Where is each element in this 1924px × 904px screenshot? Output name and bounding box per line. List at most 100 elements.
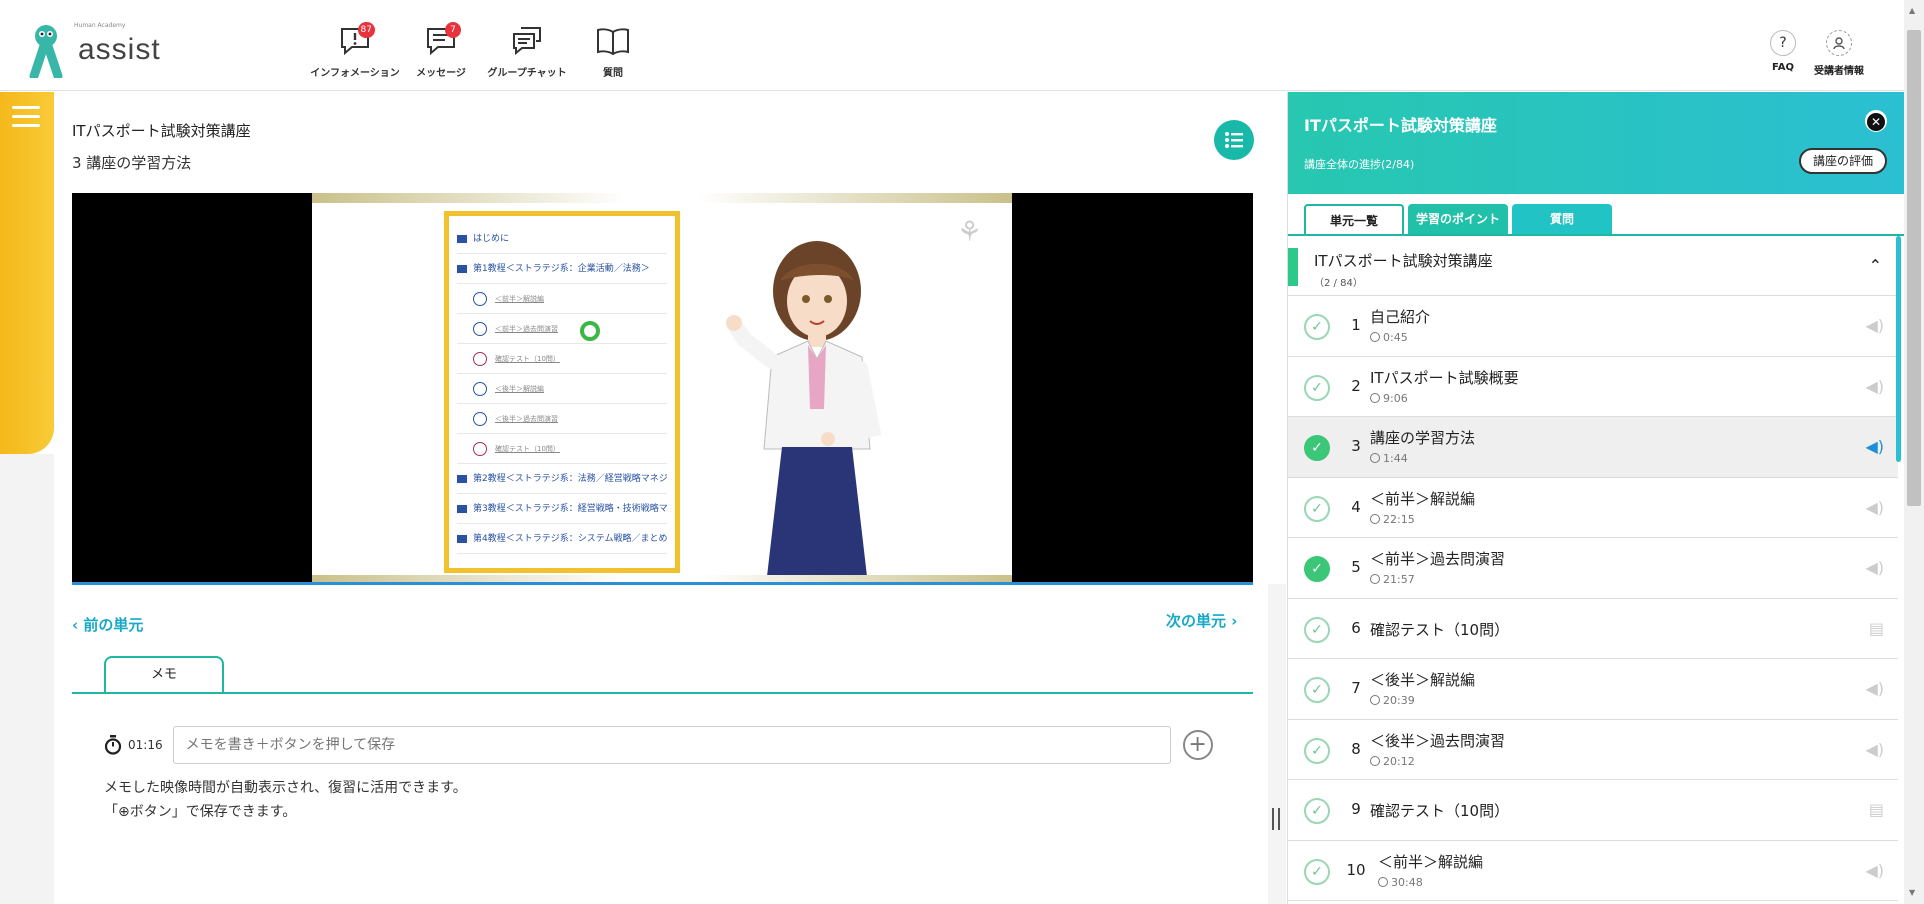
memo-timestamp: 01:16 xyxy=(128,738,163,752)
slide-toc-item: ＜前半＞解説編 xyxy=(457,284,667,314)
memo-help-text: メモした映像時間が自動表示され、復習に活用できます。 「⊕ボタン」で保存できます… xyxy=(104,776,467,824)
logo-tagline: Human Academy xyxy=(74,22,126,29)
video-slide: はじめに第1教程＜ストラテジ系：企業活動／法務＞ ＜前半＞解説編 ＜前半＞過去問演習… xyxy=(312,193,1012,585)
add-memo-button[interactable]: + xyxy=(1182,730,1213,760)
unit-duration: 20:39 xyxy=(1370,694,1415,707)
memo-input[interactable] xyxy=(172,726,1171,764)
chevron-up-icon[interactable]: ⌃ xyxy=(1869,256,1882,275)
information-icon: 87 xyxy=(335,22,375,58)
section-header[interactable]: ITパスポート試験対策講座 （2 / 84） ⌃ xyxy=(1288,238,1898,296)
unit-title-text: ＜前半＞解説編 xyxy=(1370,489,1476,508)
unit-duration-text: 30:48 xyxy=(1391,875,1423,889)
folder-icon xyxy=(457,504,467,513)
app-header: assist Human Academy 87 インフォメーション 7 メッセー… xyxy=(0,0,1904,91)
slide-watermark-icon: ⚘ xyxy=(956,215,982,248)
unit-duration: 22:15 xyxy=(1370,513,1415,526)
video-icon xyxy=(473,322,487,336)
tab-unit-list[interactable]: 単元一覧 xyxy=(1304,204,1404,236)
student-info-button[interactable]: 受講者情報 xyxy=(1814,30,1864,77)
unit-duration-text: 21:57 xyxy=(1383,573,1415,586)
slide-toc-label: 第1教程＜ストラテジ系：企業活動／法務＞ xyxy=(473,264,650,274)
nav-question[interactable]: 質問 xyxy=(570,24,656,79)
page-scrollbar-thumb[interactable] xyxy=(1907,30,1921,506)
unit-number: 8 xyxy=(1351,739,1361,758)
nav-question-label: 質問 xyxy=(603,68,623,79)
unit-row[interactable]: ✓ 5 ＜前半＞過去問演習 21:57 ◀) xyxy=(1288,538,1898,599)
timer-icon xyxy=(1370,453,1380,463)
close-panel-button[interactable]: ✕ xyxy=(1865,110,1887,132)
course-evaluation-button[interactable]: 講座の評価 xyxy=(1799,148,1887,174)
memo-help-line-1: メモした映像時間が自動表示され、復習に活用できます。 xyxy=(104,780,467,796)
tab-memo[interactable]: メモ xyxy=(104,656,224,694)
next-unit-link[interactable]: 次の単元 › xyxy=(1166,610,1237,631)
timer-icon xyxy=(1370,695,1380,705)
unit-title-text: 確認テスト（10問） xyxy=(1370,620,1510,639)
unit-number: 2 xyxy=(1351,376,1361,395)
slide-toc-item: はじめに xyxy=(457,224,667,254)
information-badge: 87 xyxy=(357,22,375,38)
nav-information[interactable]: 87 インフォメーション xyxy=(310,22,400,79)
unit-duration-text: 20:12 xyxy=(1383,754,1415,768)
prev-unit-link[interactable]: ‹ 前の単元 xyxy=(72,614,143,635)
unit-row[interactable]: ✓ 9 確認テスト（10問） ▤ xyxy=(1288,780,1898,841)
panel-scrollbar-thumb[interactable] xyxy=(1896,236,1901,462)
video-icon xyxy=(473,292,487,306)
panel-resize-handle[interactable] xyxy=(1272,808,1280,830)
unit-title-text: ITパスポート試験概要 xyxy=(1370,368,1519,387)
speaker-icon: ◀) xyxy=(1865,739,1884,759)
video-progress-bar[interactable] xyxy=(72,582,1253,585)
unit-number: 6 xyxy=(1351,618,1361,637)
timer-icon xyxy=(1370,392,1380,403)
faq-button[interactable]: ? FAQ xyxy=(1760,30,1806,77)
tab-questions[interactable]: 質問 xyxy=(1512,204,1612,236)
scroll-up-arrow-icon[interactable]: ▲ xyxy=(1909,6,1915,15)
hamburger-menu-icon[interactable] xyxy=(12,106,40,128)
nav-information-label: インフォメーション xyxy=(310,68,400,79)
check-icon: ✓ xyxy=(1304,616,1330,643)
unit-title: 3 講座の学習方法 xyxy=(72,154,192,172)
nav-group-chat-label: グループチャット xyxy=(487,68,567,79)
video-player[interactable]: はじめに第1教程＜ストラテジ系：企業活動／法務＞ ＜前半＞解説編 ＜前半＞過去問演習… xyxy=(72,193,1253,585)
document-icon: ▤ xyxy=(1868,800,1884,819)
panel-gutter xyxy=(1268,584,1286,904)
slide-toc-label: ＜前半＞過去問演習 xyxy=(495,325,558,333)
document-icon: ▤ xyxy=(1868,618,1884,638)
unit-duration-text: 22:15 xyxy=(1383,512,1415,526)
unit-list-toggle-button[interactable] xyxy=(1214,120,1254,160)
unit-title-text: ＜後半＞解説編 xyxy=(1370,671,1476,689)
timer-icon xyxy=(1378,876,1388,887)
speaker-icon: ◀) xyxy=(1865,437,1884,456)
speaker-icon: ◀) xyxy=(1865,376,1884,396)
slide-toc-item: 第3教程＜ストラテジ系：経営戦略・技術戦略マ xyxy=(457,494,667,524)
nav-message[interactable]: 7 メッセージ xyxy=(398,22,484,79)
speaker-icon: ◀) xyxy=(1865,497,1884,517)
assist-logo[interactable]: assist Human Academy xyxy=(24,22,164,78)
unit-number: 9 xyxy=(1351,800,1361,818)
folder-icon xyxy=(457,264,467,273)
stopwatch-icon xyxy=(104,735,122,755)
slide-toc-label: ＜後半＞過去問演習 xyxy=(495,415,558,423)
unit-row[interactable]: ✓ 8 ＜後半＞過去問演習 20:12 ◀) xyxy=(1288,719,1898,780)
unit-title-text: ＜前半＞解説編 xyxy=(1378,852,1484,871)
unit-row[interactable]: ✓ 2 ITパスポート試験概要 9:06 ◀) xyxy=(1288,356,1898,417)
nav-group-chat[interactable]: グループチャット xyxy=(484,24,570,79)
unit-row[interactable]: ✓ 1 自己紹介 0:45 ◀) xyxy=(1288,296,1898,357)
unit-row[interactable]: ✓ 10 ＜前半＞解説編 30:48 ◀) xyxy=(1288,840,1898,901)
slide-toc-item: ＜後半＞過去問演習 xyxy=(457,404,667,434)
unit-row[interactable]: ✓ 7 ＜後半＞解説編 20:39 ◀) xyxy=(1288,659,1898,720)
course-progress: 講座全体の進捗(2/84) xyxy=(1304,158,1415,171)
unit-row[interactable]: ✓ 3 講座の学習方法 1:44 ◀) xyxy=(1288,417,1898,478)
tab-learning-points[interactable]: 学習のポイント xyxy=(1408,204,1508,236)
check-icon: ✓ xyxy=(1304,677,1330,703)
slide-toc-label: ＜前半＞解説編 xyxy=(495,295,544,303)
unit-row[interactable]: ✓ 6 確認テスト（10問） ▤ xyxy=(1288,598,1898,659)
check-icon: ✓ xyxy=(1304,737,1330,764)
folder-icon xyxy=(457,474,467,483)
slide-toc-label: 第3教程＜ストラテジ系：経営戦略・技術戦略マ xyxy=(473,504,667,514)
unit-list-panel: ITパスポート試験対策講座 ✕ 講座全体の進捗(2/84) 講座の評価 単元一覧… xyxy=(1287,92,1905,904)
unit-row[interactable]: ✓ 4 ＜前半＞解説編 22:15 ◀) xyxy=(1288,477,1898,538)
scroll-down-arrow-icon[interactable]: ▼ xyxy=(1909,888,1915,897)
panel-tab-underline xyxy=(1288,234,1905,236)
left-gutter xyxy=(0,454,54,904)
speaker-icon: ◀) xyxy=(1865,679,1884,698)
